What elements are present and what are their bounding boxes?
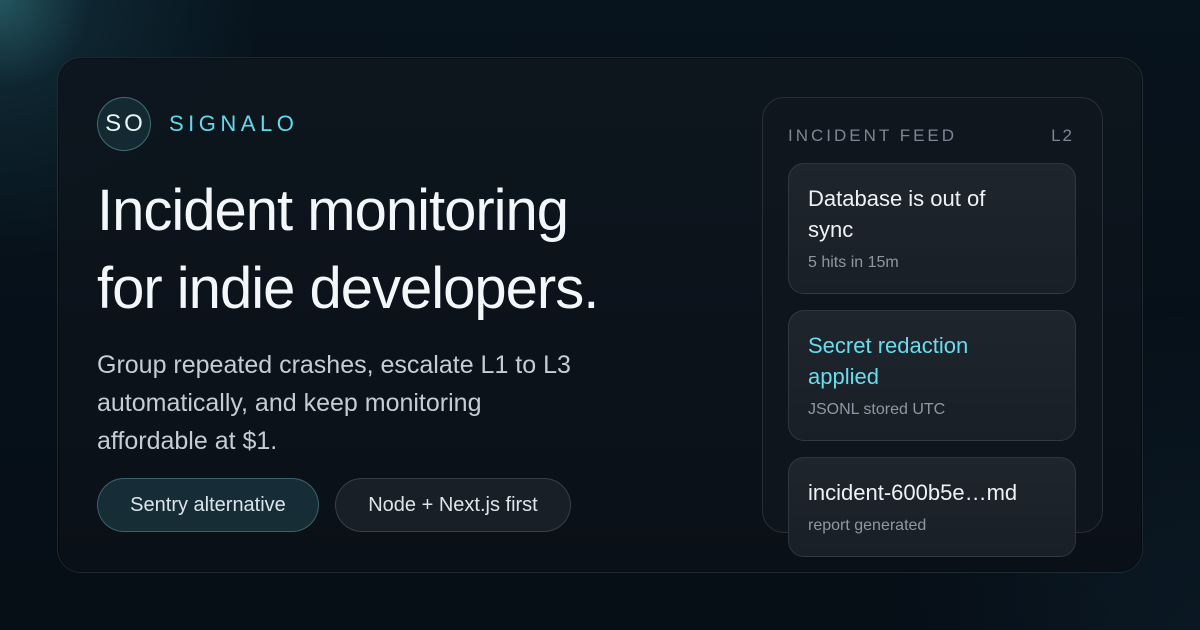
headline-line-1: Incident monitoring	[97, 178, 569, 243]
feed-item-secret-redaction: Secret redaction applied JSONL stored UT…	[788, 310, 1076, 441]
feed-item-title-line-2: sync	[808, 217, 854, 242]
subtitle: Group repeated crashes, escalate L1 to L…	[97, 346, 667, 460]
feed-item-title-line-2: applied	[808, 364, 879, 389]
feed-item-detail: report generated	[808, 517, 927, 534]
headline-line-2: for indie developers.	[97, 256, 599, 321]
feed-item-title-line-1: Secret redaction	[808, 333, 969, 358]
subtitle-line-2: automatically, and keep monitoring	[97, 389, 482, 417]
logo-initials: SO	[105, 110, 146, 137]
brand-name: SIGNALO	[169, 111, 299, 136]
tag-sentry-alternative: Sentry alternative	[97, 478, 319, 532]
tag-label: Node + Next.js first	[368, 493, 538, 516]
feed-item-database-sync: Database is out of sync 5 hits in 15m	[788, 163, 1076, 294]
feed-level-badge: L2	[1051, 126, 1074, 145]
headline: Incident monitoring for indie developers…	[97, 172, 717, 328]
feed-item-title-line-1: Database is out of	[808, 186, 986, 211]
subtitle-line-1: Group repeated crashes, escalate L1 to L…	[97, 351, 571, 379]
subtitle-line-3: affordable at $1.	[97, 427, 278, 455]
feed-item-title: incident-600b5e…md	[808, 480, 1018, 505]
feed-item-incident-report: incident-600b5e…md report generated	[788, 457, 1076, 557]
logo-mark: SO	[97, 97, 151, 151]
og-canvas: SO SIGNALO Incident monitoring for indie…	[0, 0, 1200, 630]
brand: SO SIGNALO	[97, 97, 298, 151]
feed-item-title: Database is out of sync	[808, 183, 1056, 245]
tag-node-nextjs: Node + Next.js first	[335, 478, 571, 532]
feed-title: INCIDENT FEED	[788, 126, 958, 145]
feed-item-detail: JSONL stored UTC	[808, 401, 946, 418]
feed-item-title: Secret redaction applied	[808, 330, 1056, 392]
feed-item-detail: 5 hits in 15m	[808, 254, 899, 271]
tag-label: Sentry alternative	[130, 493, 286, 516]
